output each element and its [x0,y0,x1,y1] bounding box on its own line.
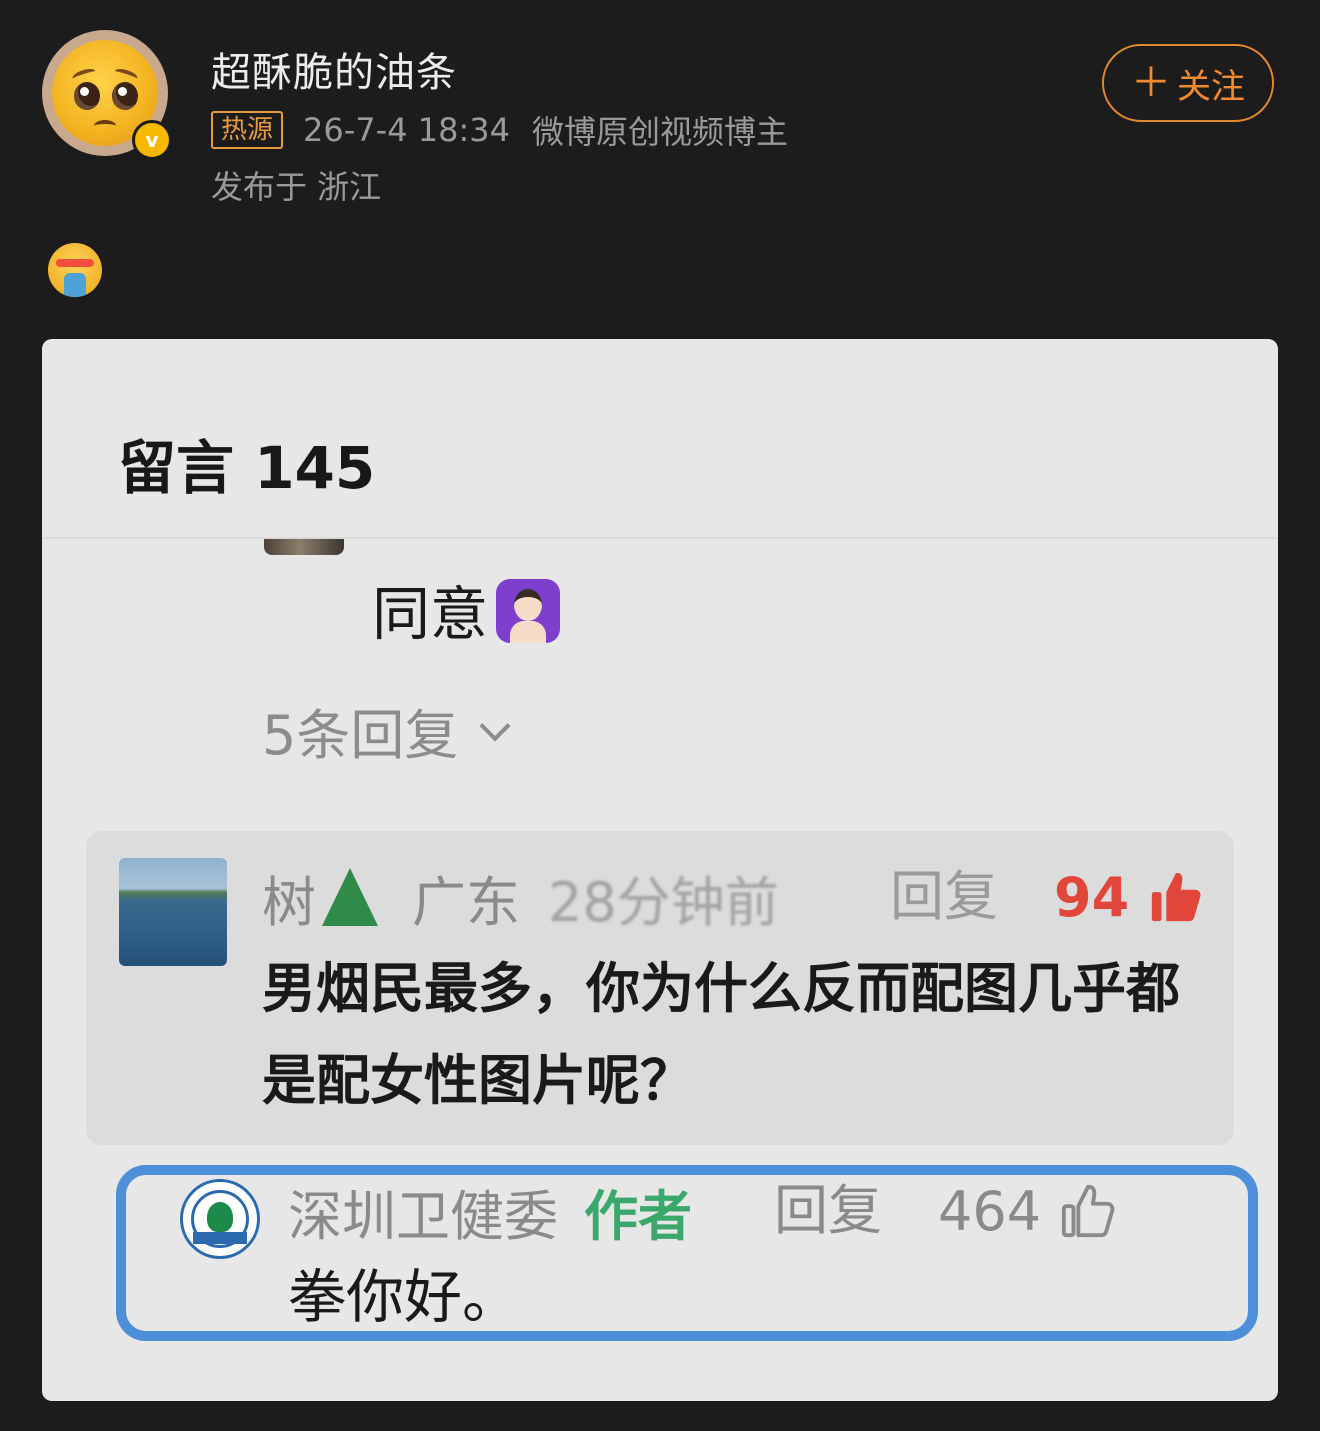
reply-time: 28分钟前 [548,870,779,934]
plus-icon: ＋ [1131,60,1171,106]
author-reply-button[interactable]: 回复 [774,1175,882,1247]
hot-source-tag[interactable]: 热源 [211,111,284,149]
chevron-down-icon [479,709,511,742]
author-reply-text: 拳你好。 [288,1263,521,1331]
reply-meta: 树 广东 28分钟前 [262,861,779,934]
commenter-avatar [264,539,344,555]
replies-toggle[interactable]: 5条回复 [262,691,511,770]
thumbs-up-filled-icon [1151,872,1201,922]
author-like-count: 464 [938,1179,1042,1243]
comment-body: 同意 [372,580,489,648]
author-reply-meta: 深圳卫健委 作者 [288,1175,692,1248]
follow-button[interactable]: ＋ 关注 [1102,44,1274,122]
reply-user-name[interactable]: 树 [262,858,316,937]
author-description: 微博原创视频博主 [531,113,788,151]
verified-badge-icon: v [132,120,172,160]
vomiting-face-icon [48,243,102,297]
reply-text: 男烟民最多，你为什么反而配图几乎都是配女性图片呢？ [262,957,1180,1112]
divider [42,537,1278,539]
comment-text: 同意 [372,567,564,651]
like-button[interactable]: 94 [1054,861,1205,933]
evergreen-tree-icon [322,868,378,926]
reply-location: 广东 [412,870,520,934]
author-like-button[interactable]: 464 [938,1175,1117,1247]
reply-user-avatar[interactable] [119,858,227,966]
follow-label: 关注 [1177,66,1245,107]
like-count: 94 [1054,865,1130,929]
org-logo-avatar[interactable] [180,1179,260,1259]
comments-title: 留言 145 [118,434,376,502]
post-location: 发布于 浙江 [211,168,382,206]
person-gesturing-ok-icon [492,573,564,645]
author-reply-user[interactable]: 深圳卫健委 [288,1172,558,1251]
reply-item: 树 广东 28分钟前 回复 94 男烟民最多，你为什么反而配图几乎都是配女性图片… [86,831,1234,1145]
reply-button[interactable]: 回复 [890,861,998,933]
author-name[interactable]: 超酥脆的油条 [211,40,457,98]
author-tag: 作者 [584,1184,692,1248]
post-time: 26-7-4 18:34 [303,111,510,149]
post-meta: 热源 26-7-4 18:34 微博原创视频博主 [211,110,788,151]
embedded-screenshot[interactable]: 留言 145 同意 5条回复 树 广东 28分钟前 回复 94 男烟民最多，你为… [42,339,1278,1401]
thumbs-up-outline-icon [1061,1184,1115,1238]
replies-count-label: 5条回复 [262,704,459,767]
